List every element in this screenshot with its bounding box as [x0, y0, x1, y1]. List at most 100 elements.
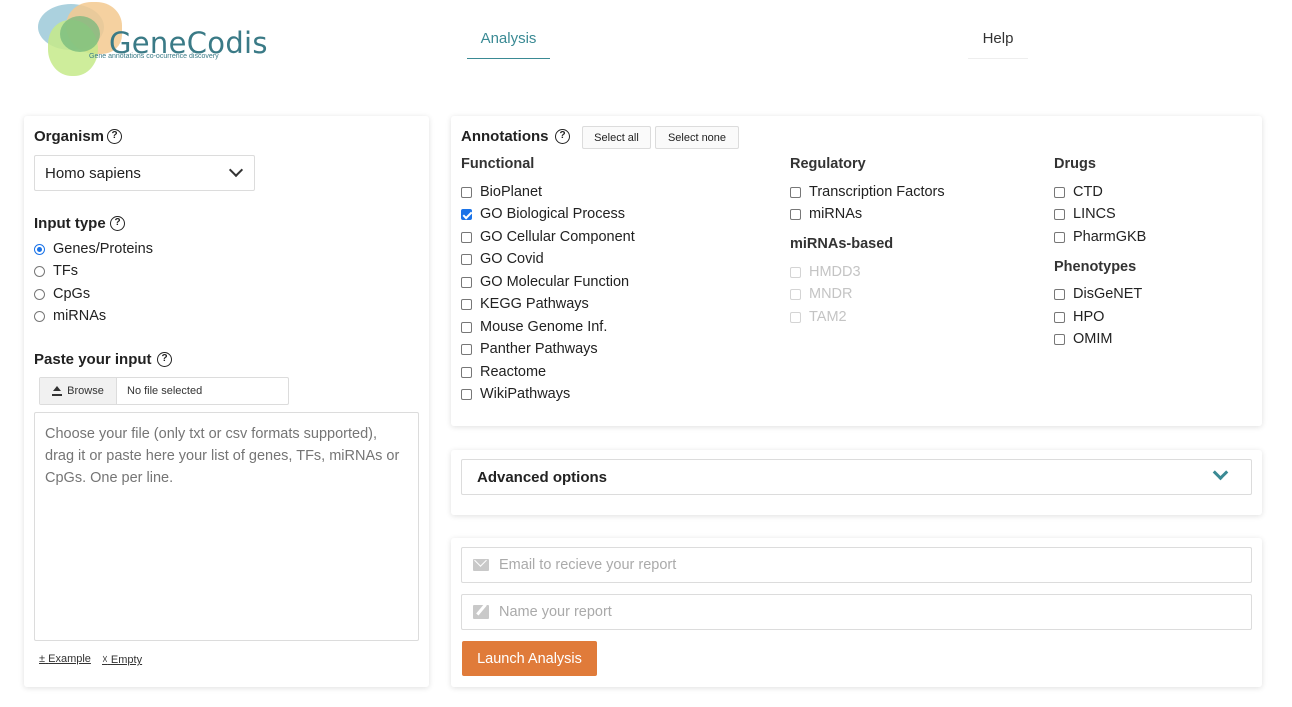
checkbox-mndr: MNDR	[790, 286, 853, 302]
checkbox-go-biological-process[interactable]: GO Biological Process	[461, 206, 625, 222]
checkbox-label: HMDD3	[809, 264, 861, 280]
checkbox[interactable]	[461, 208, 472, 220]
checkbox[interactable]	[461, 298, 472, 310]
report-name-input[interactable]	[499, 604, 1251, 620]
phenotypes-heading: Phenotypes	[1054, 259, 1137, 275]
checkbox[interactable]	[1054, 186, 1065, 198]
checkbox[interactable]	[461, 321, 472, 333]
checkbox-label: BioPlanet	[480, 184, 543, 200]
advanced-options-label: Advanced options	[477, 469, 608, 486]
input-type-label: Input type	[34, 215, 106, 232]
checkbox-label: PharmGKB	[1073, 229, 1147, 245]
checkbox-go-cellular-component[interactable]: GO Cellular Component	[461, 229, 635, 245]
checkbox-label: OMIM	[1073, 331, 1113, 347]
organism-select[interactable]: Homo sapiens	[34, 155, 255, 191]
checkbox-bioplanet[interactable]: BioPlanet	[461, 184, 542, 200]
checkbox-transcription-factors[interactable]: Transcription Factors	[790, 184, 945, 200]
empty-link[interactable]: ☓ Empty	[102, 653, 142, 666]
input-panel: Organism ? Homo sapiens Input type ? Gen…	[24, 116, 429, 687]
checkbox[interactable]	[1054, 333, 1065, 345]
checkbox[interactable]	[1054, 311, 1065, 323]
checkbox-label: HPO	[1073, 309, 1105, 325]
checkbox[interactable]	[461, 366, 472, 378]
file-input[interactable]: Browse No file selected	[39, 377, 289, 405]
checkbox-hpo[interactable]: HPO	[1054, 309, 1104, 325]
checkbox-disgenet[interactable]: DisGeNET	[1054, 286, 1142, 302]
genecodis-logo[interactable]: GeneCodis Gene annotations co-ocurrence …	[36, 2, 268, 80]
checkbox-label: LINCS	[1073, 206, 1116, 222]
checkbox[interactable]	[461, 186, 472, 198]
checkbox-label: TAM2	[809, 309, 847, 325]
checkbox-kegg-pathways[interactable]: KEGG Pathways	[461, 296, 589, 312]
gene-list-textarea[interactable]	[34, 412, 419, 641]
checkbox-label: miRNAs	[809, 206, 863, 222]
checkbox-label: WikiPathways	[480, 386, 571, 402]
checkbox-go-covid[interactable]: GO Covid	[461, 251, 544, 267]
radio-cpgs[interactable]: CpGs	[34, 286, 90, 302]
advanced-options-toggle[interactable]: Advanced options	[461, 459, 1252, 495]
radio-tfs[interactable]: TFs	[34, 263, 78, 279]
radio-genes-proteins[interactable]: Genes/Proteins	[34, 241, 153, 257]
checkbox[interactable]	[461, 343, 472, 355]
organism-label: Organism	[34, 128, 105, 145]
checkbox[interactable]	[461, 231, 472, 243]
paste-input-help-icon[interactable]: ?	[157, 352, 172, 367]
checkbox-omim[interactable]: OMIM	[1054, 331, 1112, 347]
organism-selected-value: Homo sapiens	[45, 165, 141, 182]
checkbox-wikipathways[interactable]: WikiPathways	[461, 386, 570, 402]
launch-analysis-button[interactable]: Launch Analysis	[462, 641, 597, 676]
email-input[interactable]	[499, 557, 1251, 573]
radio-button[interactable]	[34, 310, 45, 322]
checkbox-label: MNDR	[809, 286, 853, 302]
input-type-help-icon[interactable]: ?	[110, 216, 125, 231]
checkbox-ctd[interactable]: CTD	[1054, 184, 1103, 200]
checkbox-hmdd3: HMDD3	[790, 264, 861, 280]
radio-button[interactable]	[34, 288, 45, 300]
envelope-icon	[473, 559, 489, 571]
checkbox-go-molecular-function[interactable]: GO Molecular Function	[461, 274, 629, 290]
checkbox-reactome[interactable]: Reactome	[461, 364, 546, 380]
checkbox-lincs[interactable]: LINCS	[1054, 206, 1116, 222]
checkbox-label: Transcription Factors	[809, 184, 945, 200]
checkbox[interactable]	[1054, 231, 1065, 243]
checkbox-panther-pathways[interactable]: Panther Pathways	[461, 341, 598, 357]
chevron-down-icon	[228, 162, 244, 178]
email-field[interactable]	[461, 547, 1252, 583]
checkbox-label: GO Molecular Function	[480, 274, 630, 290]
checkbox[interactable]	[790, 186, 801, 198]
annotations-label: Annotations	[461, 128, 549, 145]
checkbox-label: GO Biological Process	[480, 206, 626, 222]
example-link[interactable]: ± Example	[39, 653, 91, 665]
checkbox-label: Reactome	[480, 364, 547, 380]
checkbox-pharmgkb[interactable]: PharmGKB	[1054, 229, 1146, 245]
checkbox[interactable]	[1054, 288, 1065, 300]
mirnas-based-heading: miRNAs-based	[790, 236, 894, 252]
radio-button[interactable]	[34, 265, 45, 277]
empty-label: Empty	[110, 654, 143, 666]
nav-analysis-link[interactable]: Analysis	[467, 30, 550, 59]
checkbox[interactable]	[461, 388, 472, 400]
example-label: Example	[48, 653, 91, 665]
edit-icon	[473, 605, 489, 619]
nav-help-link[interactable]: Help	[968, 30, 1028, 59]
checkbox[interactable]	[1054, 208, 1065, 220]
radio-label: miRNAs	[53, 308, 107, 324]
chevron-down-icon	[1212, 464, 1229, 481]
select-all-button[interactable]: Select all	[582, 126, 651, 149]
checkbox-label: GO Covid	[480, 251, 544, 267]
checkbox[interactable]	[790, 208, 801, 220]
paste-input-label: Paste your input	[34, 351, 152, 368]
drugs-heading: Drugs	[1054, 156, 1096, 172]
report-name-field[interactable]	[461, 594, 1252, 630]
annotations-help-icon[interactable]: ?	[555, 129, 570, 144]
checkbox[interactable]	[461, 276, 472, 288]
logo-blob-overlap	[60, 16, 100, 52]
checkbox[interactable]	[461, 253, 472, 265]
radio-button[interactable]	[34, 243, 45, 255]
organism-help-icon[interactable]: ?	[107, 129, 122, 144]
checkbox-mouse-genome-inf[interactable]: Mouse Genome Inf.	[461, 319, 607, 335]
browse-button[interactable]: Browse	[40, 378, 117, 404]
radio-mirnas[interactable]: miRNAs	[34, 308, 106, 324]
select-none-button[interactable]: Select none	[655, 126, 739, 149]
checkbox-mirnas[interactable]: miRNAs	[790, 206, 862, 222]
